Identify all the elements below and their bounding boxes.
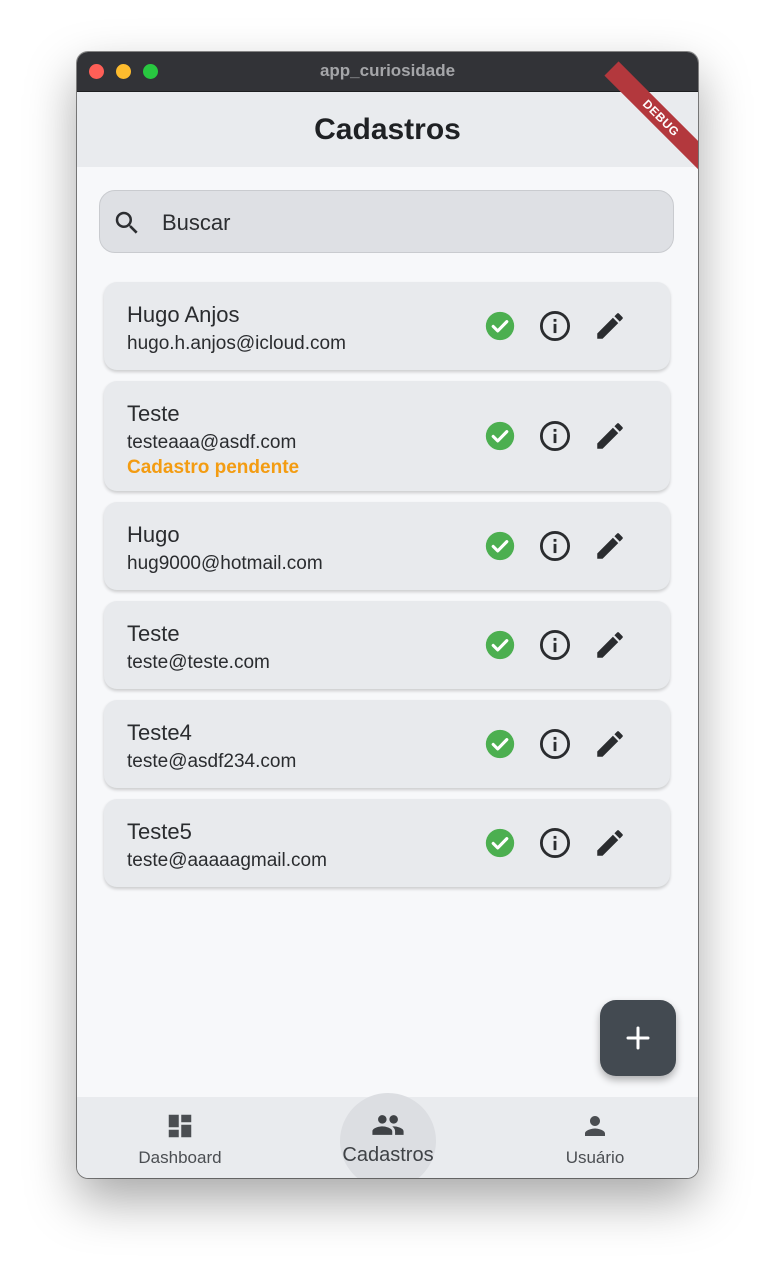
record-card[interactable]: Hugo hug9000@hotmail.com xyxy=(104,502,670,590)
approve-button[interactable] xyxy=(483,419,517,453)
search-input[interactable] xyxy=(160,191,644,254)
edit-pencil-icon xyxy=(593,826,627,860)
approve-button[interactable] xyxy=(483,727,517,761)
record-name: Teste xyxy=(127,401,180,426)
edit-button[interactable] xyxy=(593,309,627,343)
window-title: app_curiosidade xyxy=(319,61,456,80)
info-icon xyxy=(538,529,572,563)
info-icon xyxy=(538,628,572,662)
check-circle-icon xyxy=(483,529,517,563)
info-icon xyxy=(538,826,572,860)
record-email: teste@asdf234.com xyxy=(127,751,297,772)
record-name: Hugo Anjos xyxy=(127,302,240,327)
edit-button[interactable] xyxy=(593,529,627,563)
edit-button[interactable] xyxy=(593,628,627,662)
record-name: Teste xyxy=(127,621,180,646)
record-email: testeaaa@asdf.com xyxy=(127,432,297,453)
check-circle-icon xyxy=(483,309,517,343)
record-name: Hugo xyxy=(127,522,180,547)
details-button[interactable] xyxy=(538,419,572,453)
approve-button[interactable] xyxy=(483,826,517,860)
check-circle-icon xyxy=(483,628,517,662)
bottom-navigation: Dashboard Cadastros Usuário xyxy=(77,1093,698,1178)
app-bar: Cadastros xyxy=(77,92,698,167)
check-circle-icon xyxy=(483,826,517,860)
info-icon xyxy=(538,727,572,761)
record-name: Teste5 xyxy=(127,819,192,844)
person-icon xyxy=(580,1111,610,1146)
edit-pencil-icon xyxy=(593,419,627,453)
edit-pencil-icon xyxy=(593,529,627,563)
title-bar: app_curiosidade xyxy=(77,52,698,92)
record-email: hugo.h.anjos@icloud.com xyxy=(127,333,346,354)
check-circle-icon xyxy=(483,419,517,453)
record-name: Teste4 xyxy=(127,720,192,745)
info-icon xyxy=(538,309,572,343)
nav-label-usuario: Usuário xyxy=(565,1148,625,1167)
record-card[interactable]: Teste4 teste@asdf234.com xyxy=(104,700,670,788)
add-record-button[interactable] xyxy=(600,1000,676,1076)
info-icon xyxy=(538,419,572,453)
plus-icon xyxy=(626,1026,650,1050)
nav-item-dashboard[interactable]: Dashboard xyxy=(117,1097,243,1178)
edit-button[interactable] xyxy=(593,826,627,860)
details-button[interactable] xyxy=(538,727,572,761)
nav-label-cadastros: Cadastros xyxy=(342,1144,434,1166)
edit-pencil-icon xyxy=(593,727,627,761)
approve-button[interactable] xyxy=(483,309,517,343)
record-email: teste@aaaaagmail.com xyxy=(127,850,327,871)
nav-label-dashboard: Dashboard xyxy=(138,1148,222,1167)
nav-item-cadastros[interactable]: Cadastros xyxy=(325,1097,451,1178)
edit-button[interactable] xyxy=(593,419,627,453)
record-email: hug9000@hotmail.com xyxy=(127,553,323,574)
page-title: Cadastros xyxy=(314,113,461,146)
approve-button[interactable] xyxy=(483,628,517,662)
app-window: app_curiosidade Cadastros DEBUG Hugo Anj… xyxy=(77,52,698,1178)
record-email: teste@teste.com xyxy=(127,652,270,673)
details-button[interactable] xyxy=(538,628,572,662)
edit-pencil-icon xyxy=(593,309,627,343)
check-circle-icon xyxy=(483,727,517,761)
details-button[interactable] xyxy=(538,826,572,860)
pending-status-label: Cadastro pendente xyxy=(127,457,300,478)
approve-button[interactable] xyxy=(483,529,517,563)
people-icon xyxy=(371,1108,405,1147)
record-card[interactable]: Teste testeaaa@asdf.com Cadastro pendente xyxy=(104,381,670,491)
record-card[interactable]: Teste teste@teste.com xyxy=(104,601,670,689)
search-icon xyxy=(112,208,142,243)
search-bar[interactable] xyxy=(99,190,674,254)
nav-item-usuario[interactable]: Usuário xyxy=(532,1097,658,1178)
dashboard-icon xyxy=(165,1111,195,1146)
details-button[interactable] xyxy=(538,529,572,563)
edit-pencil-icon xyxy=(593,628,627,662)
details-button[interactable] xyxy=(538,309,572,343)
record-card[interactable]: Hugo Anjos hugo.h.anjos@icloud.com xyxy=(104,282,670,370)
record-card[interactable]: Teste5 teste@aaaaagmail.com xyxy=(104,799,670,887)
edit-button[interactable] xyxy=(593,727,627,761)
